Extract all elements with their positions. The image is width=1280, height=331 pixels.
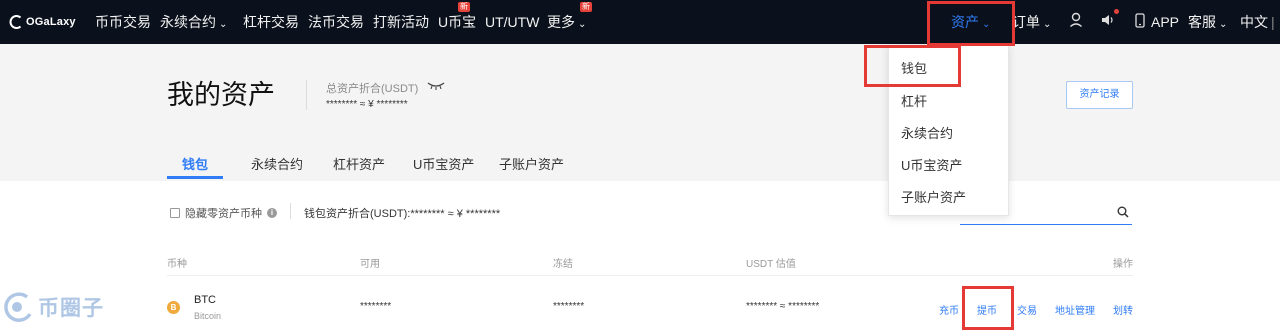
tab-ubibao-assets[interactable]: U币宝资产 [413,154,474,173]
chevron-down-icon: ⌄ [219,19,228,30]
nav-label: 更多 [547,14,575,30]
total-assets-value: ******** ≈ ¥ ******** [326,99,408,110]
brand-name: OGaLaxy [26,16,76,28]
nav-label: 法币交易 [308,14,364,30]
chevron-down-icon: ⌄ [1219,19,1228,30]
tab-margin-assets[interactable]: 杠杆资产 [333,154,385,173]
asset-record-button[interactable]: 资产记录 [1066,81,1133,109]
trade-button[interactable]: 交易 [1017,302,1037,317]
highlight-box-wallet [864,45,961,87]
page-title: 我的资产 [167,80,275,110]
column-header-available: 可用 [360,259,380,270]
tab-perpetual[interactable]: 永续合约 [251,154,303,173]
table-divider [167,275,1133,276]
brand-logo[interactable]: OGaLaxy [8,12,76,32]
watermark-logo-icon [4,292,32,322]
column-header-coin: 币种 [167,259,187,270]
nav-label: U币宝 [438,14,477,30]
nav-label: 订单 [1012,14,1040,30]
hide-zero-label: 隐藏零资产币种 [185,208,262,220]
nav-margin-trading[interactable]: 杠杆交易 [243,13,299,31]
nav-launchpad[interactable]: 打新活动 [373,13,429,31]
nav-label: UT/UTW [485,14,540,30]
nav-ut-utw[interactable]: UT/UTW [485,13,539,31]
watermark-text: 币圈子 [38,297,104,320]
divider [290,203,291,219]
tab-wallet[interactable]: 钱包 [182,154,208,173]
menu-item-margin[interactable]: 杠杆 [901,91,927,110]
search-icon[interactable] [1117,206,1129,218]
menu-item-perpetual[interactable]: 永续合约 [901,123,953,142]
eye-closed-icon[interactable] [427,82,445,90]
nav-label: 打新活动 [373,14,429,30]
nav-label: 杠杆交易 [243,14,299,30]
logo-mark-icon [9,15,22,29]
total-assets-label: 总资产折合(USDT) [326,83,419,95]
nav-perpetual[interactable]: 永续合约 ⌄ [160,13,227,34]
user-icon[interactable] [1069,12,1083,28]
tab-subaccount-assets[interactable]: 子账户资产 [499,154,564,173]
highlight-box-assets [927,1,1015,46]
usdt-valuation: ******** ≈ ******** [746,301,820,312]
wallet-total-value: 钱包资产折合(USDT):******** ≈ ¥ ******** [304,208,501,220]
phone-icon [1135,13,1145,28]
highlight-box-withdraw [962,286,1014,330]
nav-fiat-trading[interactable]: 法币交易 [308,13,364,31]
hide-zero-toggle[interactable]: 隐藏零资产币种 i [170,205,277,221]
menu-item-subaccount-assets[interactable]: 子账户资产 [901,187,966,206]
info-icon[interactable]: i [267,208,277,218]
notification-dot [1114,9,1119,14]
watermark: 币圈子 [0,290,104,324]
nav-orders[interactable]: 订单 ⌄ [1012,13,1051,34]
nav-customer-service[interactable]: 客服 ⌄ [1188,13,1227,34]
coin-full-name: Bitcoin [194,311,222,321]
bitcoin-icon: B [167,301,180,314]
top-navbar: OGaLaxy 币币交易 永续合约 ⌄ 杠杆交易 法币交易 打新活动 U币宝 新 … [0,0,1280,44]
nav-label: 永续合约 [160,14,216,30]
nav-label: 币币交易 [95,14,151,30]
nav-separator: | [1271,14,1275,30]
chevron-down-icon: ⌄ [1043,19,1052,30]
coin-symbol: BTC [194,294,216,306]
hide-zero-checkbox[interactable] [170,208,180,218]
nav-label: APP [1151,14,1180,30]
transfer-button[interactable]: 划转 [1113,302,1133,317]
frozen-balance: ******** [553,301,585,312]
nav-more[interactable]: 更多 ⌄ 新 [547,2,592,34]
nav-ubibao[interactable]: U币宝 新 [438,2,477,31]
divider [306,80,307,110]
new-badge: 新 [580,2,592,12]
chevron-down-icon: ⌄ [578,19,587,30]
column-header-actions: 操作 [1113,259,1133,270]
active-tab-indicator [167,176,223,179]
nav-spot-trading[interactable]: 币币交易 [95,13,151,31]
search-input[interactable] [960,224,1132,225]
address-management-button[interactable]: 地址管理 [1055,302,1095,317]
deposit-button[interactable]: 充币 [939,302,959,317]
nav-app-download[interactable]: APP [1151,13,1179,31]
menu-item-ubibao-assets[interactable]: U币宝资产 [901,155,962,174]
column-header-usdt-value: USDT 估值 [746,259,796,270]
new-badge: 新 [458,2,470,12]
notification-speaker-icon[interactable] [1101,13,1115,27]
nav-language[interactable]: 中文 [1240,13,1268,31]
column-header-frozen: 冻结 [553,259,573,270]
nav-label: 客服 [1188,14,1216,30]
nav-label: 中文 [1240,14,1268,30]
available-balance: ******** [360,301,392,312]
